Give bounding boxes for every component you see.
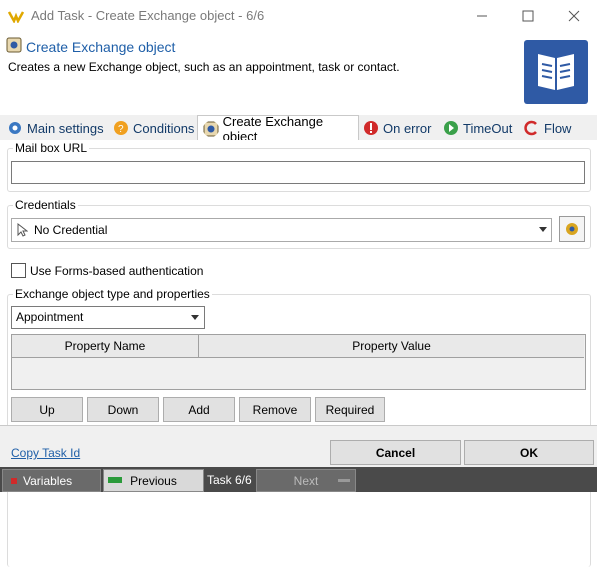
next-label: Next	[293, 473, 319, 488]
tab-label: On error	[383, 120, 432, 136]
previous-label: Previous	[130, 473, 177, 488]
exchange-task-icon	[6, 37, 22, 53]
task-title: Create Exchange object	[26, 39, 176, 55]
tab-conditions[interactable]: ? Conditions	[108, 117, 194, 139]
credential-gear-icon	[566, 223, 578, 235]
task-header: Create Exchange object Creates a new Exc…	[0, 31, 597, 115]
maximize-button[interactable]	[505, 0, 551, 31]
down-button[interactable]: Down	[87, 397, 159, 422]
previous-icon	[108, 477, 122, 483]
tab-on-error[interactable]: On error	[358, 117, 431, 139]
credentials-select[interactable]: No Credential	[11, 218, 552, 242]
dialog-footer: Copy Task Id Cancel OK	[0, 425, 597, 468]
question-icon: ?	[114, 121, 128, 135]
status-bar: Variables Previous Task 6/6 Next	[0, 467, 597, 492]
remove-button[interactable]: Remove	[239, 397, 311, 422]
tab-create-exchange-object[interactable]: Create Exchange object	[197, 113, 359, 144]
title-bar: Add Task - Create Exchange object - 6/6	[0, 0, 597, 31]
mailbox-group: Mail box URL	[7, 141, 591, 192]
object-type-select[interactable]: Appointment	[11, 306, 205, 329]
property-grid[interactable]: Property Name Property Value	[11, 334, 586, 390]
minimize-button[interactable]	[459, 0, 505, 31]
credentials-label: Credentials	[13, 198, 78, 212]
credentials-group: Credentials No Credential	[7, 198, 591, 249]
chevron-down-icon	[539, 227, 547, 232]
object-type-value: Appointment	[16, 310, 84, 324]
forms-auth-label: Use Forms-based authentication	[30, 264, 204, 278]
next-icon	[338, 479, 350, 482]
timeout-icon	[444, 121, 458, 135]
exchange-book-icon	[524, 40, 588, 104]
error-icon	[364, 121, 378, 135]
tab-label: Main settings	[27, 120, 104, 136]
mailbox-label: Mail box URL	[13, 141, 90, 155]
credential-settings-button[interactable]	[559, 216, 585, 242]
column-header-property-name[interactable]: Property Name	[12, 335, 199, 358]
object-group-label: Exchange object type and properties	[13, 287, 212, 301]
maximize-icon	[522, 10, 534, 21]
copy-task-id-link[interactable]: Copy Task Id	[11, 446, 80, 460]
flow-icon	[524, 120, 537, 136]
variables-button[interactable]: Variables	[2, 469, 101, 492]
app-logo-icon	[8, 11, 24, 23]
tab-label: Flow	[544, 120, 572, 136]
cancel-button[interactable]: Cancel	[330, 440, 461, 465]
column-header-property-value[interactable]: Property Value	[199, 335, 584, 358]
close-icon	[568, 10, 580, 21]
exchange-task-icon	[203, 121, 219, 136]
task-counter: Task 6/6	[207, 472, 252, 487]
tab-label: Conditions	[133, 120, 195, 136]
forms-auth-checkbox[interactable]	[11, 263, 26, 278]
variables-label: Variables	[23, 473, 73, 488]
tab-label: Create Exchange object	[222, 113, 324, 144]
tab-timeout[interactable]: TimeOut	[438, 117, 512, 139]
svg-text:?: ?	[118, 124, 124, 135]
add-button[interactable]: Add	[163, 397, 235, 422]
task-description: Creates a new Exchange object, such as a…	[8, 60, 400, 74]
next-button[interactable]: Next	[256, 469, 356, 492]
close-button[interactable]	[551, 0, 597, 31]
up-button[interactable]: Up	[11, 397, 83, 422]
minimize-icon	[477, 15, 487, 16]
previous-button[interactable]: Previous	[103, 469, 204, 492]
variables-icon	[11, 477, 17, 484]
gear-icon	[9, 122, 21, 134]
ok-button[interactable]: OK	[464, 440, 594, 465]
tab-bar: Main settings ? Conditions Create Exchan…	[0, 113, 597, 144]
tab-main-settings[interactable]: Main settings	[2, 117, 104, 139]
required-button[interactable]: Required	[315, 397, 385, 422]
mailbox-url-input[interactable]	[11, 161, 585, 184]
window-title: Add Task - Create Exchange object - 6/6	[31, 8, 265, 23]
tab-label: TimeOut	[463, 120, 513, 136]
credentials-value: No Credential	[34, 223, 108, 237]
chevron-down-icon	[191, 315, 199, 320]
tab-flow[interactable]: Flow	[519, 117, 571, 139]
pointer-icon	[17, 223, 28, 237]
